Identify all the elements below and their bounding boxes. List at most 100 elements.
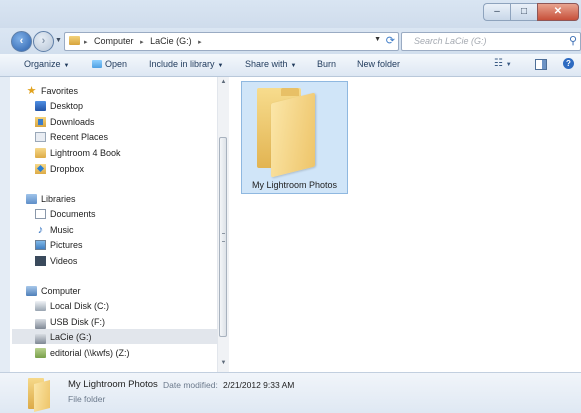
- folder-icon: [69, 36, 80, 45]
- include-in-library-label: Include in library: [149, 59, 215, 69]
- nav-item-music[interactable]: ♪ Music: [35, 222, 74, 237]
- breadcrumb-separator[interactable]: ▸: [198, 39, 202, 46]
- music-icon: ♪: [37, 223, 44, 236]
- explorer-window: – □ ✕ ‹ › ▼ ▸ Computer ▸ LaCie (G:) ▸ ▼ …: [0, 0, 581, 413]
- external-disk-icon: [35, 334, 46, 344]
- folder-icon: [257, 88, 315, 178]
- scroll-up-icon[interactable]: ▲: [218, 79, 229, 89]
- nav-item-desktop[interactable]: Desktop: [35, 98, 83, 113]
- network-drive-icon: [35, 347, 46, 358]
- nav-label: Pictures: [50, 239, 83, 250]
- nav-item-documents[interactable]: Documents: [35, 206, 96, 221]
- file-item-name: My Lightroom Photos: [251, 180, 338, 190]
- address-dropdown-icon[interactable]: ▼: [374, 36, 381, 43]
- include-in-library-button[interactable]: Include in library ▼: [149, 59, 223, 69]
- nav-label: Lightroom 4 Book: [50, 147, 121, 158]
- date-modified-label: Date modified:: [163, 380, 218, 390]
- local-disk-icon: [35, 300, 46, 311]
- file-list: My Lightroom Photos: [229, 77, 581, 372]
- back-arrow-icon: ‹: [19, 35, 24, 47]
- organize-label: Organize: [24, 59, 61, 69]
- minimize-button[interactable]: –: [483, 3, 510, 21]
- nav-label: USB Disk (F:): [50, 316, 105, 327]
- burn-button[interactable]: Burn: [317, 59, 336, 69]
- nav-label: Dropbox: [50, 163, 85, 174]
- help-icon[interactable]: ?: [563, 58, 574, 69]
- share-with-label: Share with: [245, 59, 288, 69]
- share-with-button[interactable]: Share with ▼: [245, 59, 296, 69]
- refresh-icon[interactable]: ⟳: [386, 34, 395, 47]
- close-icon: ✕: [553, 6, 563, 17]
- folder-icon: [35, 147, 46, 158]
- nav-item-downloads[interactable]: Downloads: [35, 114, 95, 129]
- recent-pages-dropdown[interactable]: ▼: [55, 37, 62, 44]
- back-button[interactable]: ‹: [11, 31, 32, 52]
- nav-item-lacie[interactable]: LaCie (G:): [12, 329, 223, 344]
- star-icon: ★: [26, 84, 37, 97]
- forward-arrow-icon: ›: [41, 35, 46, 47]
- caption-buttons: – □ ✕: [483, 3, 579, 21]
- burn-label: Burn: [317, 59, 337, 69]
- nav-label: Computer: [41, 285, 81, 296]
- nav-label: Libraries: [41, 193, 76, 204]
- breadcrumb-lacie[interactable]: LaCie (G:): [150, 36, 192, 46]
- nav-item-pictures[interactable]: Pictures: [35, 237, 83, 252]
- details-pane: My Lightroom Photos Date modified: 2/21/…: [0, 372, 581, 413]
- usb-disk-icon: [35, 319, 46, 329]
- open-icon: [92, 60, 102, 68]
- search-input[interactable]: Search LaCie (G:): [414, 36, 487, 46]
- scroll-thumb[interactable]: [219, 137, 227, 337]
- details-name: My Lightroom Photos: [68, 379, 158, 390]
- chevron-down-icon: ▼: [217, 63, 224, 69]
- file-item[interactable]: My Lightroom Photos: [241, 81, 348, 194]
- computer-icon: [26, 285, 37, 296]
- documents-icon: [35, 208, 46, 219]
- title-bar: – □ ✕: [0, 0, 581, 28]
- navigation-scrollbar[interactable]: ▲ ▼: [217, 77, 229, 372]
- nav-label: Recent Places: [50, 131, 109, 142]
- open-label: Open: [105, 59, 128, 69]
- nav-computer[interactable]: Computer: [26, 283, 81, 298]
- nav-item-usb-disk[interactable]: USB Disk (F:): [35, 314, 105, 329]
- pictures-icon: [35, 239, 46, 250]
- nav-label: Documents: [50, 208, 96, 219]
- scroll-down-icon[interactable]: ▼: [218, 360, 229, 370]
- nav-libraries[interactable]: Libraries: [26, 191, 76, 206]
- change-view-button[interactable]: ☷ ▼: [494, 58, 512, 69]
- address-bar[interactable]: ▸ Computer ▸ LaCie (G:) ▸ ▼ ⟳: [64, 32, 399, 51]
- dropbox-icon: [35, 163, 46, 174]
- nav-item-editorial[interactable]: editorial (\\kwfs) (Z:): [35, 345, 130, 360]
- nav-label: Favorites: [41, 85, 79, 96]
- navigation-pane: ★ Favorites Desktop Downloads Recent Plac…: [10, 77, 223, 372]
- nav-item-dropbox[interactable]: Dropbox: [35, 161, 84, 176]
- nav-item-lightroom-book[interactable]: Lightroom 4 Book: [35, 145, 121, 160]
- open-button[interactable]: Open: [92, 59, 127, 69]
- new-folder-label: New folder: [357, 59, 401, 69]
- minimize-icon: –: [494, 6, 500, 17]
- search-icon[interactable]: ⚲: [569, 34, 577, 47]
- preview-pane-icon[interactable]: [535, 59, 547, 70]
- grip-icon: [222, 233, 225, 242]
- nav-label: Music: [50, 224, 74, 235]
- nav-item-local-disk[interactable]: Local Disk (C:): [35, 298, 109, 313]
- maximize-button[interactable]: □: [510, 3, 537, 21]
- downloads-icon: [35, 116, 46, 127]
- new-folder-button[interactable]: New folder: [357, 59, 400, 69]
- nav-label: Local Disk (C:): [50, 300, 110, 311]
- address-row: ‹ › ▼ ▸ Computer ▸ LaCie (G:) ▸ ▼ ⟳ Sear…: [0, 28, 581, 54]
- search-box[interactable]: Search LaCie (G:) ⚲: [401, 32, 581, 51]
- forward-button[interactable]: ›: [33, 31, 54, 52]
- close-button[interactable]: ✕: [537, 3, 579, 21]
- breadcrumb-computer[interactable]: Computer: [94, 36, 134, 46]
- date-modified-value: 2/21/2012 9:33 AM: [223, 380, 295, 390]
- organize-button[interactable]: Organize ▼: [24, 59, 69, 69]
- nav-label: Downloads: [50, 116, 95, 127]
- libraries-icon: [26, 193, 37, 204]
- chevron-down-icon: ▼: [63, 63, 70, 69]
- nav-item-recent-places[interactable]: Recent Places: [35, 129, 108, 144]
- nav-item-videos[interactable]: Videos: [35, 253, 77, 268]
- breadcrumb-separator[interactable]: ▸: [140, 39, 144, 46]
- nav-favorites[interactable]: ★ Favorites: [26, 83, 78, 98]
- breadcrumb-separator[interactable]: ▸: [84, 39, 88, 46]
- desktop-icon: [35, 100, 46, 111]
